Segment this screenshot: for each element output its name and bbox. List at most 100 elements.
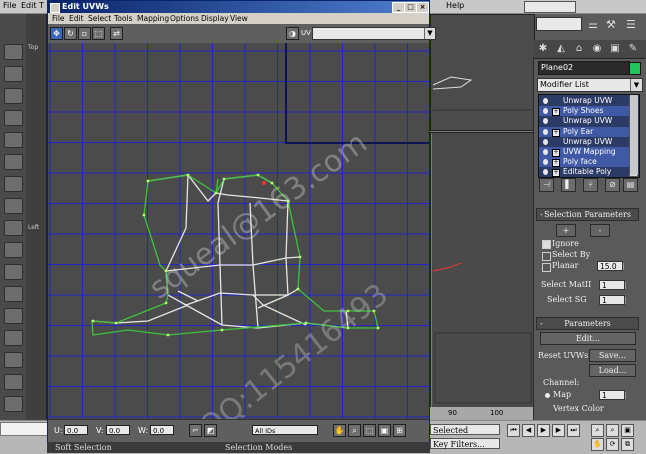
viewport-label-left[interactable]: Left bbox=[28, 224, 39, 231]
display-tab-icon[interactable]: ▣ bbox=[609, 43, 621, 55]
expand-icon[interactable]: + bbox=[552, 108, 560, 117]
zoom-extents-icon[interactable]: ▣ bbox=[621, 424, 634, 437]
menu-edit[interactable]: Edit bbox=[69, 14, 84, 23]
mirror-icon[interactable]: ⚌ bbox=[588, 18, 598, 31]
zoom-icon[interactable]: ⌕ bbox=[591, 424, 604, 437]
menu-display[interactable]: Display bbox=[201, 14, 229, 23]
load-button[interactable]: Load... bbox=[589, 364, 636, 377]
go-start-icon[interactable]: ⏮ bbox=[507, 424, 520, 437]
chevron-down-icon[interactable]: ▼ bbox=[630, 79, 642, 91]
motion-icon[interactable] bbox=[4, 110, 23, 126]
scale-icon[interactable]: ▫ bbox=[78, 27, 91, 40]
menu-file[interactable]: File bbox=[3, 1, 16, 10]
modifier-stack-item[interactable]: Unwrap UVW bbox=[539, 137, 638, 147]
timeline-ruler[interactable]: 90 100 bbox=[430, 407, 533, 421]
lock-icon[interactable]: ⌐ bbox=[189, 424, 202, 437]
mirror-icon[interactable]: ⇄ bbox=[110, 27, 123, 40]
texture-map-dropdown[interactable]: ▼ bbox=[312, 27, 436, 40]
orbit-icon[interactable]: ⟳ bbox=[606, 438, 619, 451]
spacewarp-icon[interactable] bbox=[4, 264, 23, 280]
zoom-region-icon[interactable]: ⬚ bbox=[363, 424, 376, 437]
viewport-top-right[interactable] bbox=[430, 14, 535, 131]
pin-stack-icon[interactable]: ⊣ bbox=[539, 178, 554, 192]
modifier-stack-item[interactable]: + Poly Shoes bbox=[539, 106, 638, 117]
expand-icon[interactable]: + bbox=[552, 128, 560, 137]
pan-icon[interactable]: ✋ bbox=[591, 438, 604, 451]
next-frame-icon[interactable]: ▶ bbox=[552, 424, 565, 437]
shape-icon[interactable] bbox=[4, 286, 23, 302]
w-coordinate-field[interactable]: 0.0 bbox=[150, 425, 174, 435]
select-by-checkbox[interactable] bbox=[542, 252, 551, 261]
u-coordinate-field[interactable]: 0.0 bbox=[64, 425, 88, 435]
brush-icon[interactable] bbox=[4, 396, 23, 412]
reset-uvws-button[interactable]: Reset UVWs bbox=[538, 351, 588, 360]
configure-sets-icon[interactable]: ▤ bbox=[623, 178, 638, 192]
close-icon[interactable]: × bbox=[416, 2, 429, 13]
select-sg-button[interactable]: Select SG bbox=[547, 295, 587, 304]
modify-icon[interactable] bbox=[4, 66, 23, 82]
selection-set-dropdown[interactable] bbox=[536, 17, 582, 31]
prev-frame-icon[interactable]: ◀ bbox=[522, 424, 535, 437]
viewport-label-top[interactable]: Top bbox=[28, 44, 38, 51]
object-name-field[interactable]: Plane02 bbox=[538, 61, 630, 75]
motion-tab-icon[interactable]: ◉ bbox=[591, 43, 603, 55]
menu-help[interactable]: Help bbox=[446, 1, 464, 10]
show-end-result-icon[interactable]: ▌ bbox=[561, 178, 576, 192]
play-icon[interactable]: ▶ bbox=[537, 424, 550, 437]
expand-icon[interactable]: + bbox=[552, 169, 560, 177]
layer-icon[interactable]: ☰ bbox=[626, 18, 636, 31]
matid-spinner[interactable]: 1 bbox=[599, 280, 626, 290]
select-matid-button[interactable]: Select MatII bbox=[541, 280, 591, 289]
plane-icon[interactable]: ◩ bbox=[204, 424, 217, 437]
menu-file[interactable]: File bbox=[52, 14, 65, 23]
modifier-list-dropdown[interactable]: Modifier List ▼ bbox=[537, 78, 643, 92]
modifier-stack-item[interactable]: + Poly Ear bbox=[539, 126, 638, 137]
ignore-checkbox[interactable] bbox=[542, 240, 551, 249]
object-color-swatch[interactable] bbox=[629, 62, 641, 75]
make-unique-icon[interactable]: ⑂ bbox=[583, 178, 598, 192]
rotate-icon[interactable]: ↻ bbox=[64, 27, 77, 40]
maxscript-listener-field[interactable] bbox=[0, 422, 48, 436]
dialog-title-bar[interactable]: Edit UVWs _ □ × bbox=[48, 1, 429, 13]
modifier-stack-item[interactable]: + Editable Poly bbox=[539, 167, 638, 177]
planar-checkbox[interactable] bbox=[542, 263, 551, 272]
modifier-stack-item[interactable]: Unwrap UVW bbox=[539, 116, 638, 127]
selection-parameters-rollout[interactable]: - Selection Parameters bbox=[536, 208, 639, 221]
menu-tools[interactable]: Tools bbox=[114, 14, 132, 23]
go-end-icon[interactable]: ⏭ bbox=[567, 424, 580, 437]
light-icon[interactable] bbox=[4, 176, 23, 192]
save-button[interactable]: Save... bbox=[589, 349, 636, 362]
camera-icon[interactable] bbox=[4, 198, 23, 214]
named-selection-dropdown[interactable] bbox=[524, 1, 576, 13]
texture-checker-icon[interactable]: ◑ bbox=[286, 27, 299, 40]
edit-button[interactable]: Edit... bbox=[540, 332, 636, 345]
lightbulb-icon[interactable] bbox=[543, 149, 548, 155]
pan-icon[interactable]: ✋ bbox=[333, 424, 346, 437]
key-filters-button[interactable]: Key Filters... bbox=[430, 438, 500, 449]
shrink-selection-button[interactable]: - bbox=[590, 224, 610, 237]
lightbulb-icon[interactable] bbox=[543, 98, 548, 104]
hierarchy-tab-icon[interactable]: ⌂ bbox=[573, 43, 585, 55]
grow-selection-button[interactable]: + bbox=[556, 224, 576, 237]
modifier-stack[interactable]: Unwrap UVW + Poly Shoes Unwrap UVW + Poly Ear… bbox=[538, 94, 640, 178]
lightbulb-icon[interactable] bbox=[543, 108, 548, 115]
display-icon[interactable] bbox=[4, 132, 23, 148]
lightbulb-icon[interactable] bbox=[543, 159, 548, 166]
reactor-icon[interactable] bbox=[4, 374, 23, 390]
selected-dropdown[interactable]: Selected bbox=[430, 424, 500, 435]
maximize-viewport-icon[interactable]: ⧉ bbox=[621, 438, 634, 451]
remove-modifier-icon[interactable]: ⊘ bbox=[605, 178, 620, 192]
parameters-rollout[interactable]: - Parameters bbox=[536, 317, 639, 330]
modifier-stack-item[interactable]: + UVW Mapping bbox=[539, 147, 638, 157]
gear-icon[interactable] bbox=[4, 242, 23, 258]
id-filter-dropdown[interactable]: All IDs bbox=[252, 425, 318, 435]
lightbulb-icon[interactable] bbox=[543, 138, 548, 145]
geometry-icon[interactable] bbox=[4, 308, 23, 324]
zoom-icon[interactable]: ⌕ bbox=[348, 424, 361, 437]
expand-icon[interactable]: + bbox=[552, 149, 560, 157]
modifier-stack-item[interactable]: Unwrap UVW bbox=[539, 96, 638, 106]
lightbulb-icon[interactable] bbox=[543, 128, 548, 135]
map-radio[interactable] bbox=[545, 393, 550, 398]
viewport-perspective[interactable] bbox=[430, 132, 535, 409]
freeform-icon[interactable]: ⬚ bbox=[92, 27, 105, 40]
